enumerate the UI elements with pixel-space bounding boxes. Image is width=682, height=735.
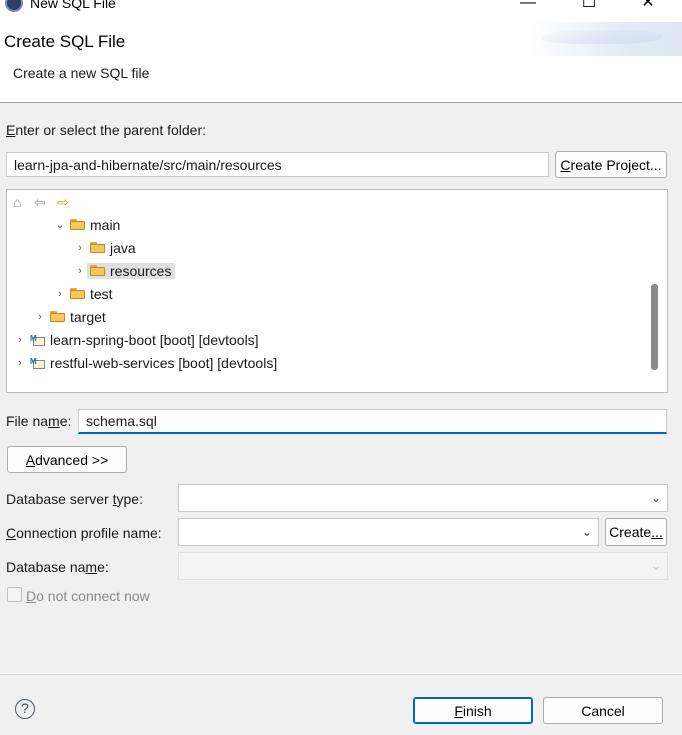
database-server-type-select[interactable]: ⌄ xyxy=(178,484,668,512)
chevron-right-icon[interactable]: › xyxy=(13,329,27,351)
tree-item-restful-web-services[interactable]: ›restful-web-services [boot] [devtools] xyxy=(13,351,277,374)
footer-divider xyxy=(0,674,682,675)
page-title: Create SQL File xyxy=(4,32,126,51)
connection-profile-label: Connection profile name: xyxy=(6,525,162,541)
connection-profile-select[interactable]: ⌄ xyxy=(178,518,599,546)
chevron-down-icon[interactable]: ⌄ xyxy=(53,214,67,236)
chevron-right-icon[interactable]: › xyxy=(33,306,47,328)
tree-item-resources[interactable]: › resources xyxy=(73,260,176,282)
forward-arrow-icon[interactable]: ⇨ xyxy=(57,194,69,210)
do-not-connect-label: Do not connect now xyxy=(26,588,150,604)
banner-decoration-stripe xyxy=(537,30,667,44)
database-name-select: ⌄ xyxy=(178,552,668,580)
chevron-right-icon[interactable]: › xyxy=(73,237,87,259)
title-bar: New SQL File — ☐ ✕ xyxy=(0,0,682,14)
create-connection-button[interactable]: Create... xyxy=(605,518,667,546)
chevron-down-icon: ⌄ xyxy=(650,559,661,573)
open-folder-icon xyxy=(90,242,106,254)
open-folder-icon xyxy=(90,265,106,277)
wizard-banner: Create SQL File Create a new SQL file xyxy=(0,14,682,103)
do-not-connect-checkbox xyxy=(7,587,22,602)
eclipse-app-icon xyxy=(5,0,23,12)
open-folder-icon xyxy=(70,219,86,231)
home-icon[interactable]: ⌂ xyxy=(13,194,21,210)
folder-tree[interactable]: ⌂ ⇦ ⇨ ⌄ main › java › resources › test › targ… xyxy=(6,189,668,393)
tree-item-java[interactable]: › java xyxy=(73,237,136,259)
tree-item-learn-spring-boot[interactable]: ›learn-spring-boot [boot] [devtools] xyxy=(13,328,258,351)
tree-scrollbar-thumb[interactable] xyxy=(651,284,658,370)
maven-project-icon xyxy=(30,351,46,373)
file-name-label: File name: xyxy=(6,413,72,429)
file-name-input[interactable]: schema.sql xyxy=(78,409,667,434)
open-folder-icon xyxy=(70,288,86,300)
database-server-type-label: Database server type: xyxy=(6,491,143,507)
window-title: New SQL File xyxy=(30,0,116,11)
page-description: Create a new SQL file xyxy=(13,65,150,81)
close-button[interactable]: ✕ xyxy=(625,0,671,14)
minimize-button[interactable]: — xyxy=(505,0,551,14)
parent-folder-input[interactable]: learn-jpa-and-hibernate/src/main/resourc… xyxy=(6,152,549,177)
chevron-down-icon: ⌄ xyxy=(581,525,592,539)
open-folder-icon xyxy=(50,311,66,323)
chevron-right-icon[interactable]: › xyxy=(73,260,87,282)
parent-folder-label: Enter or select the parent folder: xyxy=(6,122,207,138)
tree-item-test[interactable]: › test xyxy=(53,283,112,305)
create-project-button[interactable]: Create Project... xyxy=(555,151,667,178)
maximize-button[interactable]: ☐ xyxy=(566,0,612,14)
tree-item-target[interactable]: › target xyxy=(33,306,106,328)
back-arrow-icon[interactable]: ⇦ xyxy=(34,194,46,210)
cancel-button[interactable]: Cancel xyxy=(543,697,663,724)
chevron-right-icon[interactable]: › xyxy=(13,352,27,374)
database-name-label: Database name: xyxy=(6,559,109,575)
chevron-down-icon: ⌄ xyxy=(650,491,661,505)
advanced-button[interactable]: Advanced >> xyxy=(7,446,127,473)
help-icon[interactable]: ? xyxy=(15,699,35,719)
chevron-right-icon[interactable]: › xyxy=(53,283,67,305)
tree-item-main[interactable]: ⌄ main xyxy=(53,214,120,236)
maven-project-icon xyxy=(30,328,46,350)
finish-button[interactable]: Finish xyxy=(413,697,533,724)
